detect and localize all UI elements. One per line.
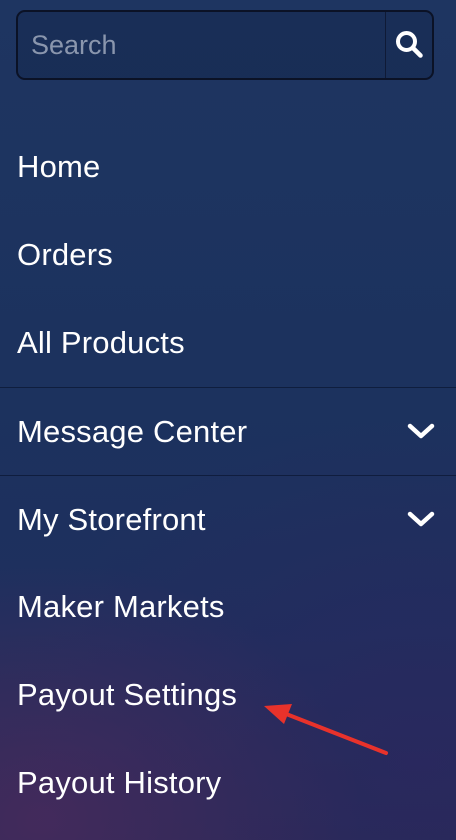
nav-item-label: Home bbox=[17, 149, 101, 184]
nav-item-label: Payout Settings bbox=[17, 677, 238, 712]
nav-item-home[interactable]: Home bbox=[0, 123, 456, 211]
nav-item-label: Message Center bbox=[17, 413, 248, 449]
nav-item-label: Maker Markets bbox=[17, 589, 225, 624]
chevron-down-icon[interactable] bbox=[406, 510, 436, 530]
chevron-down-icon[interactable] bbox=[406, 422, 436, 442]
nav-item-message-center[interactable]: Message Center bbox=[0, 387, 456, 475]
search-bar bbox=[16, 10, 434, 80]
search-icon bbox=[394, 29, 424, 62]
nav-item-my-storefront[interactable]: My Storefront bbox=[0, 475, 456, 563]
search-input[interactable] bbox=[18, 12, 385, 78]
nav-item-all-products[interactable]: All Products bbox=[0, 299, 456, 387]
nav-item-label: Orders bbox=[17, 237, 113, 272]
nav-item-label: My Storefront bbox=[17, 501, 206, 537]
red-arrow-icon bbox=[264, 704, 388, 755]
nav-item-orders[interactable]: Orders bbox=[0, 211, 456, 299]
nav-item-label: Payout History bbox=[17, 765, 222, 800]
search-button[interactable] bbox=[385, 12, 432, 78]
nav-item-maker-markets[interactable]: Maker Markets bbox=[0, 563, 456, 651]
nav-item-label: All Products bbox=[17, 325, 185, 360]
